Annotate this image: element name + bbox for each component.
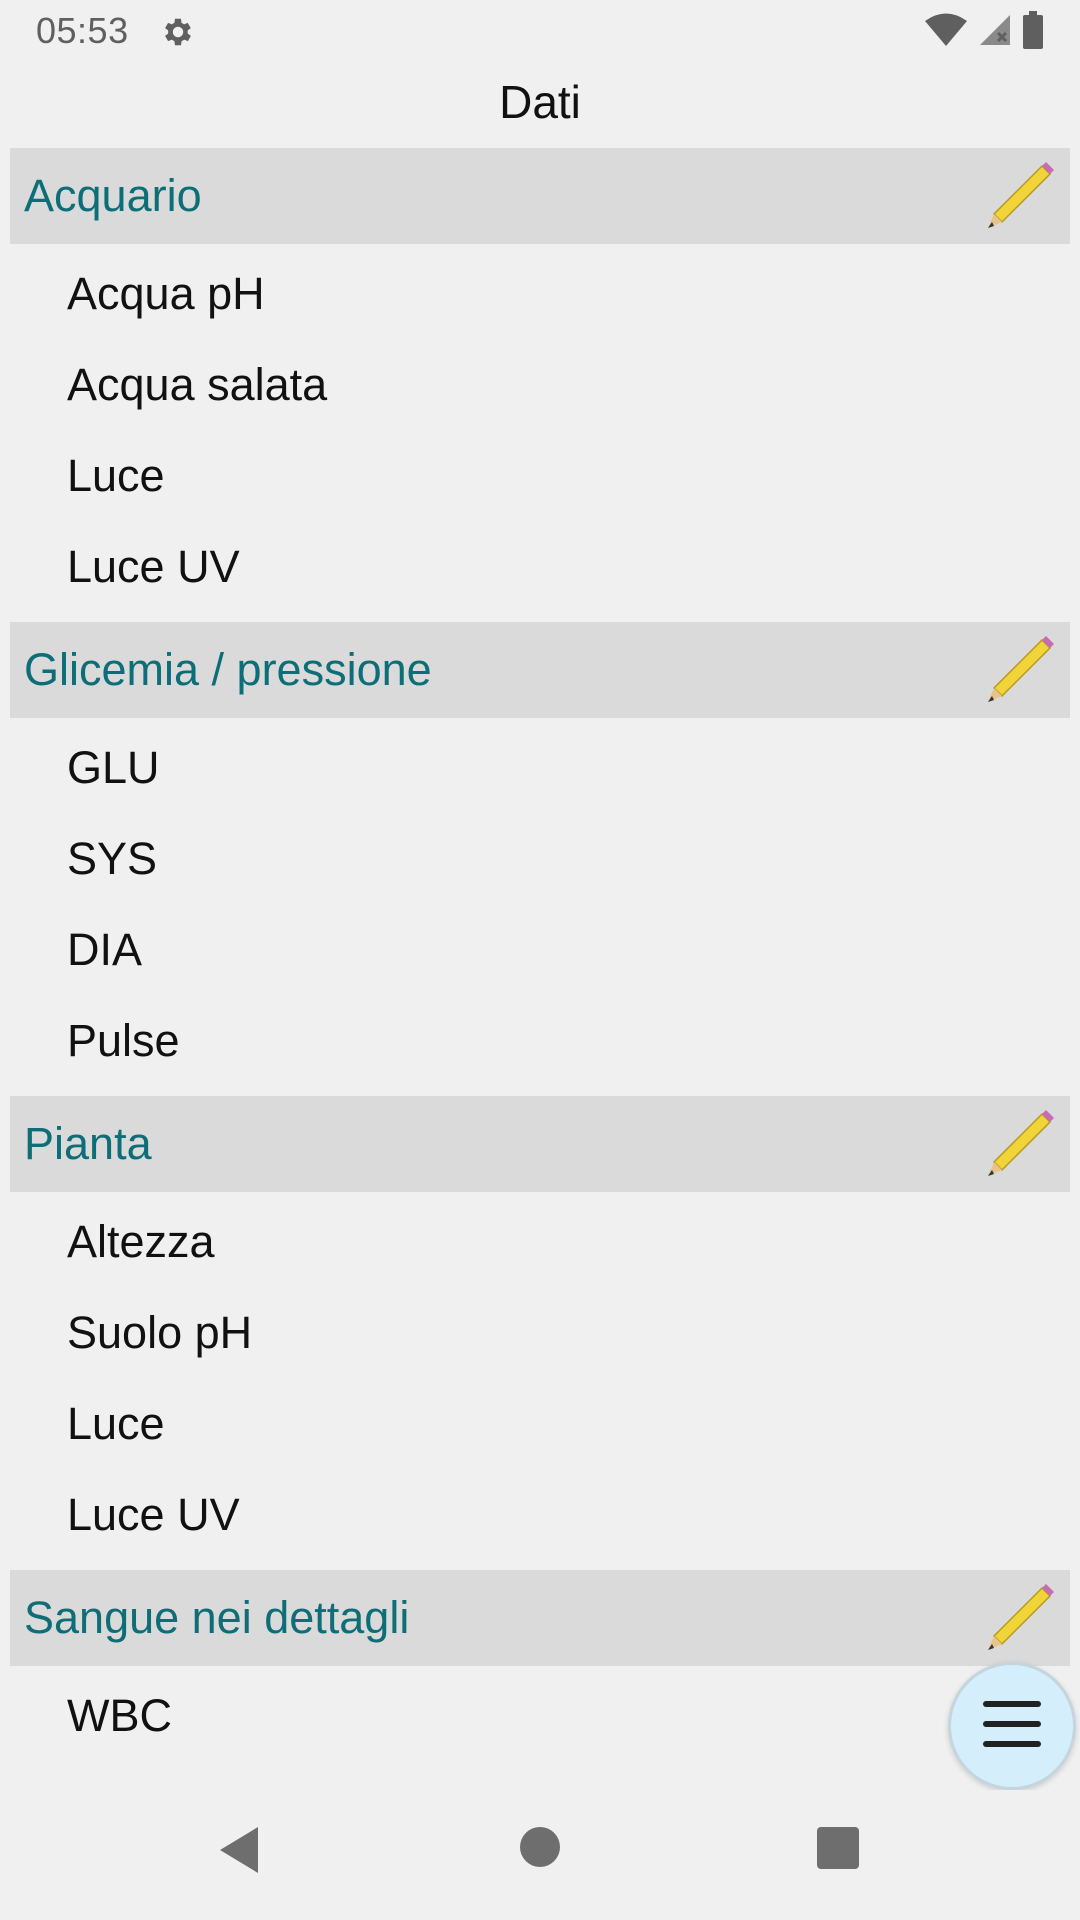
- group-title: Glicemia / pressione: [24, 644, 432, 695]
- data-list: Acquario Acqua pH Acqua salata Luce Luce…: [10, 148, 1070, 1771]
- page-title: Dati: [499, 76, 581, 128]
- group-title: Acquario: [24, 170, 202, 221]
- back-triangle-icon[interactable]: [216, 1825, 264, 1875]
- status-time: 05:53: [36, 10, 129, 51]
- system-nav-bar: [0, 1790, 1080, 1920]
- list-item[interactable]: Acqua pH: [10, 248, 1070, 339]
- wifi-icon: [924, 13, 968, 52]
- group-items: Acqua pH Acqua salata Luce Luce UV: [10, 244, 1070, 622]
- pencil-icon[interactable]: [980, 1578, 1060, 1658]
- group-items: Altezza Suolo pH Luce Luce UV: [10, 1192, 1070, 1570]
- list-item[interactable]: Luce: [10, 430, 1070, 521]
- battery-icon: [1022, 10, 1044, 54]
- list-item[interactable]: Pulse: [10, 995, 1070, 1086]
- group-glicemia-pressione: Glicemia / pressione GLU SYS DIA Pulse: [10, 622, 1070, 1096]
- list-item[interactable]: DIA: [10, 904, 1070, 995]
- cell-signal-no-data-icon: [978, 13, 1012, 52]
- status-bar: 05:53: [0, 0, 1080, 64]
- pencil-icon[interactable]: [980, 1104, 1060, 1184]
- list-item[interactable]: Altezza: [10, 1196, 1070, 1287]
- group-items: WBC: [10, 1666, 1070, 1771]
- pencil-icon[interactable]: [980, 630, 1060, 710]
- group-header[interactable]: Acquario: [10, 148, 1070, 244]
- recents-square-icon[interactable]: [817, 1827, 859, 1869]
- list-item[interactable]: WBC: [10, 1670, 1070, 1761]
- list-item[interactable]: Acqua salata: [10, 339, 1070, 430]
- group-sangue-nei-dettagli: Sangue nei dettagli WBC: [10, 1570, 1070, 1771]
- home-circle-icon[interactable]: [520, 1827, 560, 1867]
- list-item[interactable]: Luce UV: [10, 1469, 1070, 1560]
- list-item[interactable]: GLU: [10, 722, 1070, 813]
- group-items: GLU SYS DIA Pulse: [10, 718, 1070, 1096]
- group-pianta: Pianta Altezza Suolo pH Luce Luce UV: [10, 1096, 1070, 1570]
- pencil-icon[interactable]: [980, 156, 1060, 236]
- list-item[interactable]: Luce: [10, 1378, 1070, 1469]
- settings-gear-icon: [160, 14, 196, 50]
- group-acquario: Acquario Acqua pH Acqua salata Luce Luce…: [10, 148, 1070, 622]
- menu-hamburger-icon: [981, 1699, 1043, 1754]
- list-item[interactable]: Suolo pH: [10, 1287, 1070, 1378]
- group-header[interactable]: Pianta: [10, 1096, 1070, 1192]
- status-icons: [924, 10, 1044, 54]
- group-title: Pianta: [24, 1118, 152, 1169]
- list-item[interactable]: SYS: [10, 813, 1070, 904]
- menu-fab-button[interactable]: [948, 1662, 1076, 1790]
- screen: 05:53 Dati Acquario Acqua pH Acqua salat…: [0, 0, 1080, 1920]
- group-title: Sangue nei dettagli: [24, 1592, 410, 1643]
- group-header[interactable]: Sangue nei dettagli: [10, 1570, 1070, 1666]
- list-item[interactable]: Luce UV: [10, 521, 1070, 612]
- group-header[interactable]: Glicemia / pressione: [10, 622, 1070, 718]
